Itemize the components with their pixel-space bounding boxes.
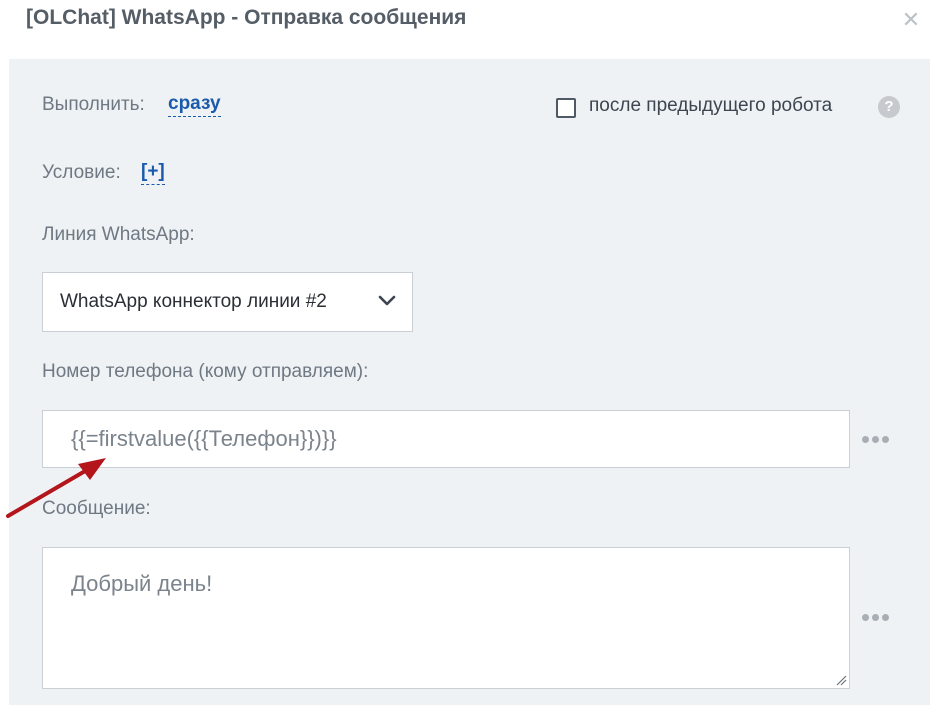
more-dots-icon[interactable]	[862, 610, 892, 624]
question-icon[interactable]: ?	[878, 96, 900, 118]
close-icon[interactable]: ✕	[900, 8, 922, 32]
after-previous-checkbox[interactable]	[556, 98, 576, 118]
chevron-down-icon	[378, 295, 396, 306]
more-dots-icon[interactable]	[862, 432, 892, 446]
annotation-arrow	[6, 458, 106, 518]
after-previous-label[interactable]: после предыдущего робота	[589, 95, 832, 117]
phone-input-value: {{=firstvalue({{Телефон}})}}	[71, 426, 337, 451]
execute-label: Выполнить:	[42, 94, 145, 115]
condition-label: Условие:	[42, 162, 121, 183]
execute-timing-link[interactable]: сразу	[168, 93, 221, 117]
whatsapp-line-select[interactable]: WhatsApp коннектор линии #2	[42, 272, 413, 332]
phone-label: Номер телефона (кому отправляем):	[42, 361, 369, 382]
dialog-title: [OLChat] WhatsApp - Отправка сообщения	[26, 6, 467, 29]
message-textarea-value: Добрый день!	[71, 571, 213, 596]
whatsapp-line-selected: WhatsApp коннектор линии #2	[60, 291, 327, 312]
phone-input[interactable]: {{=firstvalue({{Телефон}})}}	[42, 410, 850, 468]
robot-settings-dialog: [OLChat] WhatsApp - Отправка сообщения ✕…	[0, 0, 930, 705]
add-condition-link[interactable]: [+]	[141, 161, 165, 185]
message-textarea[interactable]: Добрый день!	[42, 547, 850, 689]
whatsapp-line-label: Линия WhatsApp:	[42, 224, 195, 245]
settings-panel: Выполнить: сразу после предыдущего робот…	[9, 59, 930, 705]
resize-handle-icon[interactable]	[835, 674, 847, 686]
